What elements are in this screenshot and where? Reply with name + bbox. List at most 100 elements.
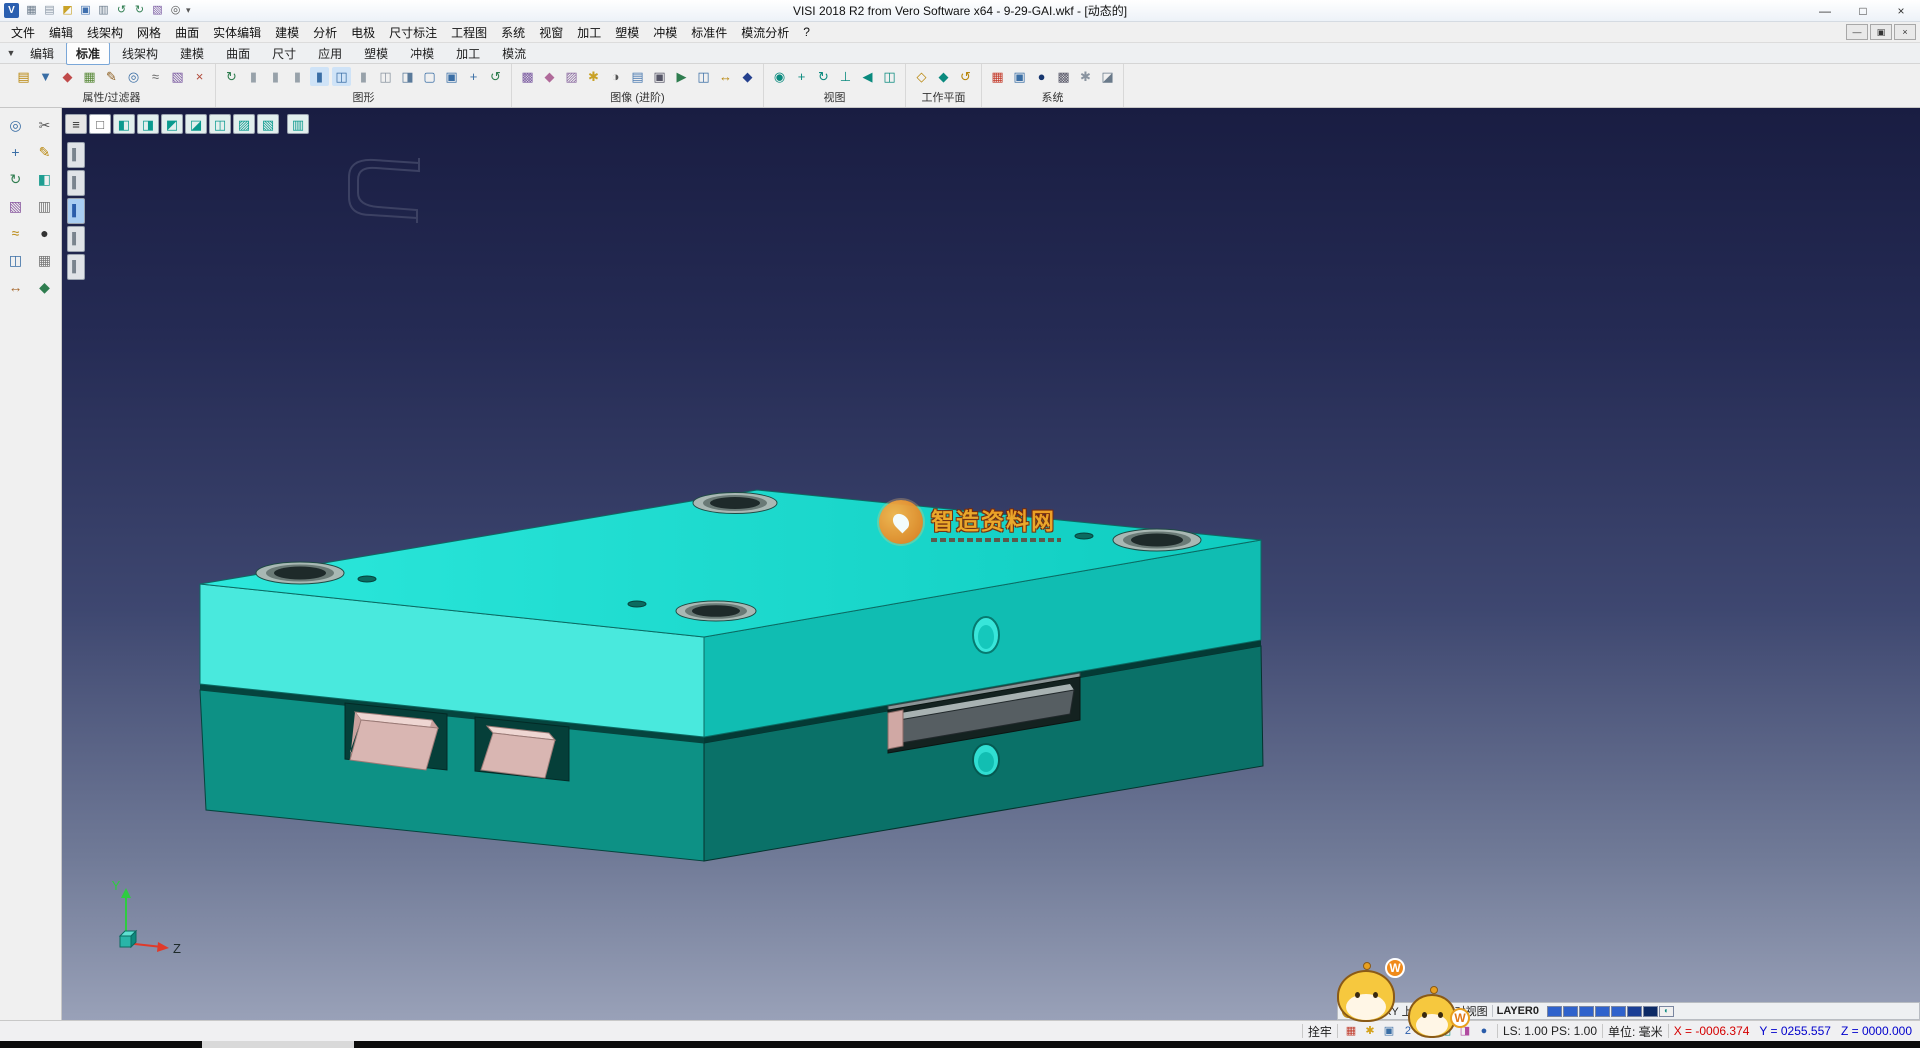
previous-view-icon[interactable]: ◀ (858, 67, 877, 86)
side-panel-tab[interactable]: ▌ (67, 226, 85, 252)
textures-icon[interactable]: ▨ (562, 67, 581, 86)
workplane-icon[interactable]: ◇ (912, 67, 931, 86)
move-icon[interactable]: + (3, 140, 28, 164)
world-icon[interactable]: ● (1476, 1023, 1492, 1039)
mdi-restore-button[interactable]: ▣ (1870, 24, 1892, 40)
plane-tilt-icon[interactable]: ◪ (1098, 67, 1117, 86)
pan-view-icon[interactable]: + (464, 67, 483, 86)
undo-icon[interactable]: ↺ (113, 2, 130, 19)
background-icon[interactable]: ▤ (628, 67, 647, 86)
layer-color-swatch[interactable] (1595, 1006, 1610, 1017)
side-view-icon[interactable]: ▨ (233, 114, 255, 134)
top-view-icon[interactable]: □ (89, 114, 111, 134)
layers-icon[interactable]: ▧ (149, 2, 166, 19)
units-label[interactable]: 单位: 毫米 (1608, 1023, 1663, 1040)
os-taskbar[interactable] (0, 1041, 1920, 1048)
print-icon[interactable]: ▥ (95, 2, 112, 19)
side-panel-tab-active[interactable]: ▌ (67, 198, 85, 224)
scene-icon[interactable]: ▦ (23, 2, 40, 19)
workplane-align-icon[interactable]: ◆ (934, 67, 953, 86)
taskbar-app-chip[interactable] (202, 1041, 354, 1048)
menu-modeling[interactable]: 建模 (268, 22, 306, 43)
layer-color-swatch[interactable] (1643, 1006, 1658, 1017)
scissors-icon[interactable]: ✂ (32, 113, 57, 137)
view-normal-icon[interactable]: ⊥ (836, 67, 855, 86)
pick-filter-icon[interactable]: ◎ (124, 67, 143, 86)
point-icon[interactable]: ● (32, 221, 57, 245)
front-view-icon[interactable]: ◫ (209, 114, 231, 134)
layer-color-swatch[interactable] (1579, 1006, 1594, 1017)
globe-icon[interactable]: ● (1032, 67, 1051, 86)
menu-file[interactable]: 文件 (4, 22, 42, 43)
tab-flow[interactable]: 模流 (492, 42, 536, 65)
menu-help[interactable]: ? (796, 23, 817, 41)
attributes-icon[interactable]: ▤ (14, 67, 33, 86)
pencil-icon[interactable]: ✎ (32, 140, 57, 164)
zoom-all-icon[interactable]: ◉ (770, 67, 789, 86)
side-panel-tab[interactable]: ▌ (67, 254, 85, 280)
maximize-button[interactable]: □ (1844, 0, 1882, 22)
solid-filter-icon[interactable]: ▧ (168, 67, 187, 86)
clear-filter-icon[interactable]: × (190, 67, 209, 86)
tab-application[interactable]: 应用 (308, 42, 352, 65)
save-icon[interactable]: ▣ (77, 2, 94, 19)
view-list-icon[interactable]: ≡ (65, 114, 87, 134)
materials-icon[interactable]: ◆ (540, 67, 559, 86)
solid-icon[interactable]: ▧ (3, 194, 28, 218)
monitor-icon[interactable]: ▣ (1010, 67, 1029, 86)
menu-mould[interactable]: 塑模 (608, 22, 646, 43)
redraw-icon[interactable]: ↻ (222, 67, 241, 86)
menu-machining[interactable]: 加工 (570, 22, 608, 43)
sheet-icon[interactable]: ▥ (32, 194, 57, 218)
tab-surface[interactable]: 曲面 (216, 42, 260, 65)
tab-progress[interactable]: 冲模 (400, 42, 444, 65)
tab-edit[interactable]: 编辑 (20, 42, 64, 65)
new-document-icon[interactable]: ▤ (41, 2, 58, 19)
mdi-close-button[interactable]: × (1894, 24, 1916, 40)
menu-flow-analysis[interactable]: 模流分析 (734, 22, 796, 43)
layer-color-swatch[interactable] (1547, 1006, 1562, 1017)
3d-model[interactable] (200, 490, 1263, 861)
app-logo[interactable]: V (4, 3, 19, 18)
help-tool-icon[interactable]: ◆ (32, 275, 57, 299)
desktop-pet[interactable]: W (1408, 986, 1464, 1048)
iso-view-icon[interactable]: ◨ (137, 114, 159, 134)
side-panel-tab[interactable]: ▌ (67, 170, 85, 196)
viewports-icon[interactable]: ◫ (880, 67, 899, 86)
shadows-icon[interactable]: ◑ (606, 67, 625, 86)
iso-view-icon[interactable]: ◪ (185, 114, 207, 134)
ghost-mode-icon[interactable]: ◫ (376, 67, 395, 86)
quick-access-dropdown-icon[interactable]: ▾ (186, 5, 191, 16)
rotate-icon[interactable]: ↻ (3, 167, 28, 191)
pick-icon[interactable]: ◎ (3, 113, 28, 137)
close-button[interactable]: × (1882, 0, 1920, 22)
tab-modeling[interactable]: 建模 (170, 42, 214, 65)
tab-mould[interactable]: 塑模 (354, 42, 398, 65)
surface-icon[interactable]: ◧ (32, 167, 57, 191)
3d-scene-canvas[interactable]: Y Z (62, 108, 1920, 1020)
color-filter-icon[interactable]: ◆ (58, 67, 77, 86)
menu-edit[interactable]: 编辑 (42, 22, 80, 43)
rotate-view-icon[interactable]: ↻ (814, 67, 833, 86)
settings-icon[interactable]: ◎ (167, 2, 184, 19)
filter-icon[interactable]: ▼ (36, 67, 55, 86)
hidden-line-icon[interactable]: ▮ (354, 67, 373, 86)
animate-icon[interactable]: ▶ (672, 67, 691, 86)
grid-icon[interactable]: ▩ (1054, 67, 1073, 86)
sparkle-grid-icon[interactable]: ✱ (1076, 67, 1095, 86)
dynamic-view-icon[interactable]: ▥ (287, 114, 309, 134)
menu-wireframe[interactable]: 线架构 (80, 22, 130, 43)
menu-standard-parts[interactable]: 标准件 (684, 22, 734, 43)
lighting-icon[interactable]: ✱ (584, 67, 603, 86)
paint-attributes-icon[interactable]: ✎ (102, 67, 121, 86)
menu-system[interactable]: 系统 (494, 22, 532, 43)
layer-color-swatch[interactable] (1563, 1006, 1578, 1017)
layer-filter-icon[interactable]: ▦ (80, 67, 99, 86)
measure-icon[interactable]: ↔ (716, 67, 735, 86)
open-file-icon[interactable]: ◩ (59, 2, 76, 19)
menu-progress[interactable]: 冲模 (646, 22, 684, 43)
menu-drawing[interactable]: 工程图 (444, 22, 494, 43)
workplane-reset-icon[interactable]: ↺ (956, 67, 975, 86)
section-view-icon[interactable]: ◨ (398, 67, 417, 86)
surface-layer-icon[interactable]: ▮ (266, 67, 285, 86)
